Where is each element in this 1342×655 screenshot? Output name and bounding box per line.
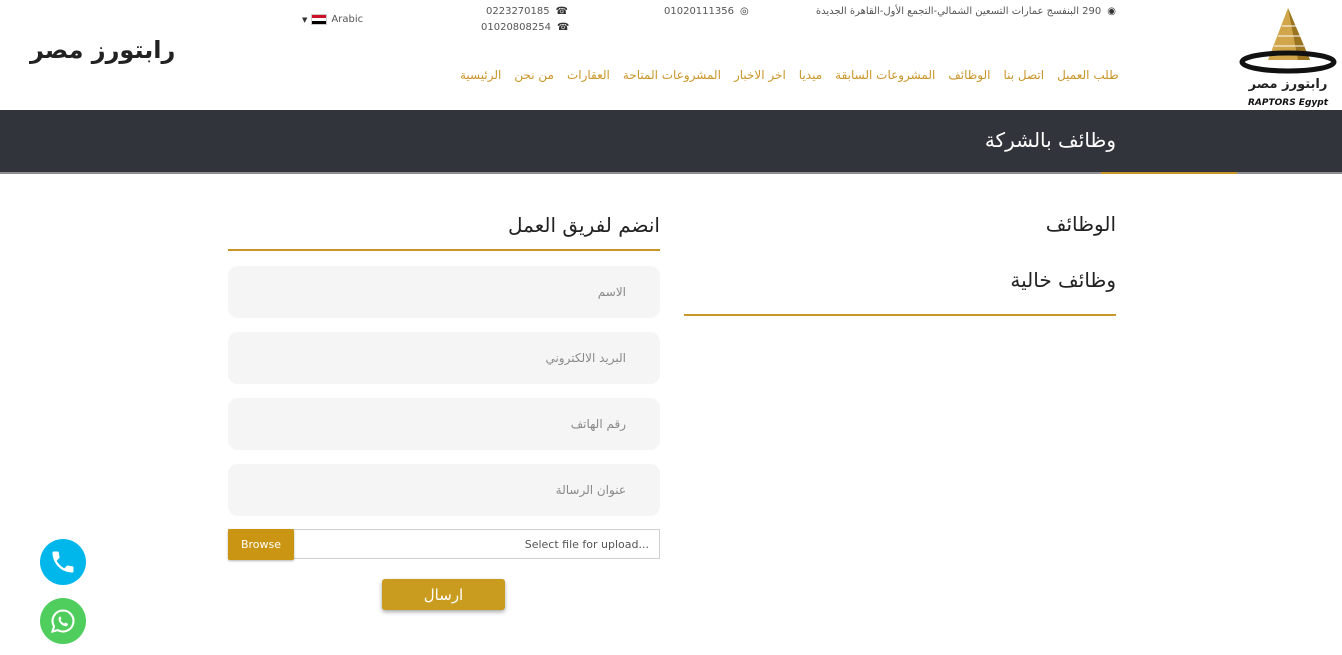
phone-2-text: 01020808254 <box>481 22 551 33</box>
site-logo[interactable]: رابتورز مصر RAPTORS Egypt <box>1238 2 1338 108</box>
form-heading: انضم لفريق العمل <box>508 213 660 237</box>
jobs-divider <box>684 314 1116 316</box>
name-input[interactable] <box>228 266 660 318</box>
page-banner: وظائف بالشركة <box>0 110 1342 174</box>
form-divider <box>228 249 660 251</box>
language-label: Arabic <box>331 14 364 25</box>
header-phone-2[interactable]: ☎ 01020808254 <box>481 22 569 33</box>
map-pin-icon: ◉ <box>1107 6 1116 17</box>
nav-item-previous-projects[interactable]: المشروعات السابقة <box>835 68 935 82</box>
address-text: 290 البنفسج عمارات التسعين الشمالي-التجم… <box>815 6 1102 17</box>
main-nav: الرئيسية من نحن العقارات المشروعات المتا… <box>460 68 1119 82</box>
nav-item-news[interactable]: اخر الاخبار <box>734 68 786 82</box>
floating-call-button[interactable] <box>40 539 86 585</box>
whatsapp-icon: ◎ <box>740 6 749 17</box>
nav-item-about[interactable]: من نحن <box>514 68 554 82</box>
header-address: ◉ 290 البنفسج عمارات التسعين الشمالي-الت… <box>812 6 1116 17</box>
nav-item-client-request[interactable]: طلب العميل <box>1057 68 1119 82</box>
nav-item-available-projects[interactable]: المشروعات المتاحة <box>623 68 721 82</box>
nav-item-real-estate[interactable]: العقارات <box>567 68 610 82</box>
floating-whatsapp-button[interactable] <box>40 598 86 644</box>
header-whatsapp[interactable]: ◎ 01020111356 <box>664 6 749 17</box>
egypt-flag-icon <box>311 14 328 25</box>
site-header: رابتورز مصر RAPTORS Egypt رابتورز مصر ◉ … <box>0 0 1342 110</box>
upload-placeholder: Select file for upload... <box>524 538 649 551</box>
subject-input[interactable] <box>228 464 660 516</box>
jobs-heading: الوظائف <box>1045 212 1116 236</box>
nav-item-jobs[interactable]: الوظائف <box>948 68 990 82</box>
header-phone-1[interactable]: ☎ 0223270185 <box>486 6 568 17</box>
phone-call-icon <box>52 551 74 573</box>
language-selector[interactable]: ▼ Arabic <box>302 14 363 25</box>
nav-item-media[interactable]: ميديا <box>799 68 822 82</box>
file-upload[interactable]: Browse Select file for upload... <box>228 529 660 560</box>
brand-text[interactable]: رابتورز مصر <box>30 36 175 64</box>
email-input[interactable] <box>228 332 660 384</box>
phone-icon: ☎ <box>557 22 570 33</box>
phone-input[interactable] <box>228 398 660 450</box>
page-title: وظائف بالشركة <box>984 128 1116 152</box>
banner-underline <box>1101 172 1237 174</box>
whatsapp-icon <box>50 609 75 633</box>
phone-1-text: 0223270185 <box>486 6 550 17</box>
submit-button[interactable]: ارسال <box>382 579 505 610</box>
logo-title: رابتورز مصر <box>1248 77 1328 92</box>
whatsapp-number: 01020111356 <box>664 6 734 17</box>
raptors-logo-icon: رابتورز مصر RAPTORS Egypt <box>1239 8 1337 108</box>
logo-subtitle: RAPTORS Egypt <box>1248 98 1329 108</box>
nav-item-contact[interactable]: اتصل بنا <box>1003 68 1044 82</box>
nav-item-home[interactable]: الرئيسية <box>460 68 501 82</box>
phone-icon: ☎ <box>555 6 569 17</box>
jobs-empty-text: وظائف خالية <box>1010 268 1116 292</box>
caret-down-icon: ▼ <box>302 15 308 24</box>
browse-button[interactable]: Browse <box>228 529 294 560</box>
